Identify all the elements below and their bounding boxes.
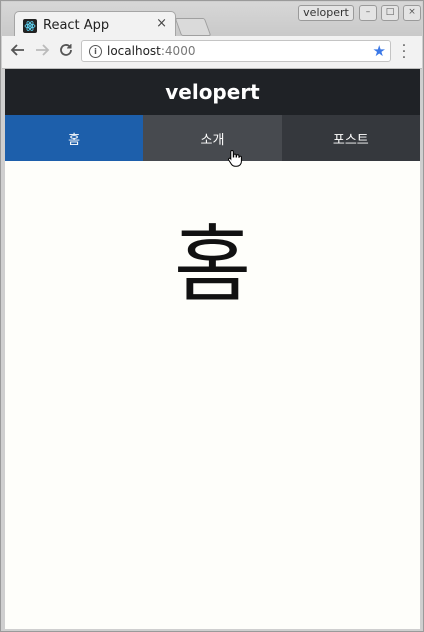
tab-close-icon[interactable]: ×	[156, 17, 167, 31]
browser-window: React App × velopert – □ × i localhost:4…	[0, 0, 424, 632]
reload-icon[interactable]	[56, 42, 76, 62]
site-header: velopert	[5, 69, 420, 115]
tab-strip: React App × velopert – □ ×	[2, 2, 422, 39]
browser-toolbar: i localhost:4000 ★ · · ·	[2, 36, 422, 69]
url-port: :4000	[160, 44, 196, 58]
info-icon[interactable]: i	[89, 45, 102, 58]
tab-title: React App	[43, 18, 110, 33]
nav-item-home[interactable]: 홈	[5, 115, 144, 161]
site-nav: 홈 소개 포스트	[5, 115, 420, 161]
window-close-icon[interactable]: ×	[403, 5, 421, 21]
url-text: localhost:4000	[107, 44, 195, 58]
new-tab-button[interactable]	[174, 18, 212, 36]
page-heading: 홈	[173, 216, 252, 314]
hand-cursor-icon	[227, 149, 242, 167]
minimize-icon[interactable]: –	[359, 5, 377, 21]
nav-item-posts[interactable]: 포스트	[281, 115, 420, 161]
arrow-left-icon[interactable]	[8, 42, 28, 62]
page-viewport: velopert 홈 소개 포스트 홈	[5, 69, 420, 629]
address-bar[interactable]: i localhost:4000 ★	[81, 40, 391, 62]
more-vert-icon[interactable]: · · ·	[400, 39, 408, 65]
profile-button[interactable]: velopert	[298, 5, 354, 21]
arrow-right-icon[interactable]	[32, 42, 52, 62]
browser-tab[interactable]: React App ×	[14, 11, 176, 39]
maximize-icon[interactable]: □	[381, 5, 399, 21]
react-logo-icon	[23, 19, 37, 33]
url-host: localhost	[107, 44, 161, 58]
star-icon[interactable]: ★	[373, 42, 386, 60]
nav-item-about[interactable]: 소개	[143, 115, 282, 161]
